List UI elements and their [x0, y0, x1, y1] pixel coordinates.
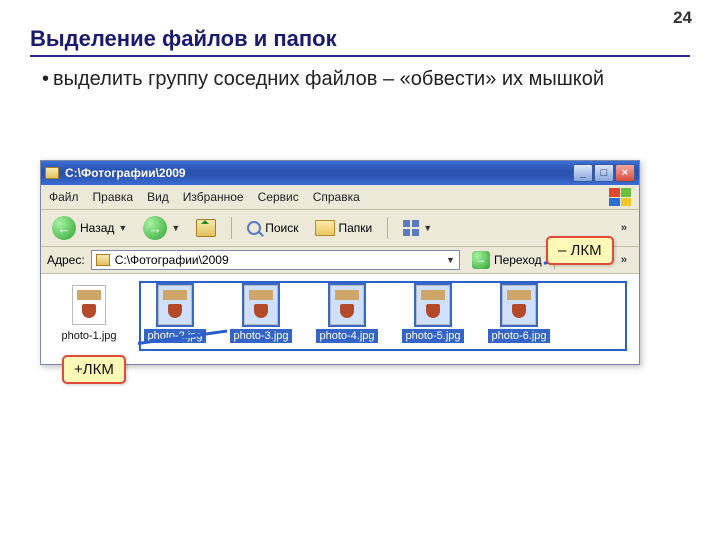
callout-press-lmb: +ЛКМ	[62, 355, 126, 384]
file-name: photo-3.jpg	[230, 329, 291, 343]
folders-button[interactable]: Папки	[310, 218, 378, 238]
file-thumbnail-icon	[158, 285, 192, 325]
menu-favorites[interactable]: Избранное	[183, 190, 244, 204]
file-name: photo-5.jpg	[402, 329, 463, 343]
grid-view-icon	[403, 220, 419, 236]
folder-icon	[45, 167, 59, 179]
page-title: Выделение файлов и папок	[30, 26, 337, 52]
file-thumbnail-icon	[502, 285, 536, 325]
up-folder-icon	[196, 219, 216, 237]
search-icon	[247, 221, 261, 235]
chevron-down-icon[interactable]: ▼	[446, 255, 455, 265]
folders-icon	[315, 220, 335, 236]
forward-arrow-icon: →	[143, 216, 167, 240]
up-button[interactable]	[191, 217, 221, 239]
search-button[interactable]: Поиск	[242, 219, 303, 237]
menu-tools[interactable]: Сервис	[258, 190, 299, 204]
toolbar-overflow[interactable]: »	[615, 222, 633, 234]
file-name: photo-4.jpg	[316, 329, 377, 343]
back-arrow-icon: ←	[52, 216, 76, 240]
menu-help[interactable]: Справка	[313, 190, 360, 204]
back-button[interactable]: ← Назад ▼	[47, 214, 132, 242]
file-item[interactable]: photo-3.jpg	[221, 285, 301, 343]
menu-view[interactable]: Вид	[147, 190, 169, 204]
go-label: Переход	[494, 253, 542, 267]
instruction-text: выделить группу соседних файлов – «обвес…	[42, 66, 680, 92]
forward-button[interactable]: → ▼	[138, 214, 185, 242]
close-button[interactable]: ×	[615, 164, 635, 182]
address-path: С:\Фотографии\2009	[115, 253, 229, 267]
chevron-down-icon: ▼	[118, 223, 127, 233]
titlebar[interactable]: C:\Фотографии\2009 _ □ ×	[41, 161, 639, 185]
toolbar-separator	[387, 217, 388, 239]
search-label: Поиск	[265, 221, 298, 235]
title-rule	[30, 55, 690, 57]
addrbar-overflow[interactable]: »	[615, 254, 633, 266]
file-pane[interactable]: photo-1.jpgphoto-2.jpgphoto-3.jpgphoto-4…	[41, 274, 639, 364]
file-item[interactable]: photo-6.jpg	[479, 285, 559, 343]
chevron-down-icon: ▼	[171, 223, 180, 233]
go-arrow-icon: →	[472, 251, 490, 269]
file-item[interactable]: photo-5.jpg	[393, 285, 473, 343]
maximize-button[interactable]: □	[594, 164, 614, 182]
go-button[interactable]: → Переход	[466, 250, 548, 270]
file-item[interactable]: photo-4.jpg	[307, 285, 387, 343]
address-label: Адрес:	[47, 253, 85, 267]
file-thumbnail-icon	[244, 285, 278, 325]
page-number: 24	[673, 8, 692, 28]
address-field[interactable]: С:\Фотографии\2009 ▼	[91, 250, 460, 270]
chevron-down-icon: ▼	[423, 223, 432, 233]
back-label: Назад	[80, 221, 114, 235]
menu-edit[interactable]: Правка	[93, 190, 134, 204]
toolbar-separator	[231, 217, 232, 239]
file-thumbnail-icon	[330, 285, 364, 325]
file-name: photo-6.jpg	[488, 329, 549, 343]
menu-file[interactable]: Файл	[49, 190, 79, 204]
folders-label: Папки	[339, 221, 373, 235]
callout-release-lmb: – ЛКМ	[546, 236, 614, 265]
window-title: C:\Фотографии\2009	[65, 166, 186, 180]
file-thumbnail-icon	[72, 285, 106, 325]
file-item[interactable]: photo-1.jpg	[49, 285, 129, 343]
file-thumbnail-icon	[416, 285, 450, 325]
view-mode-button[interactable]: ▼	[398, 218, 437, 238]
menu-bar: Файл Правка Вид Избранное Сервис Справка	[41, 185, 639, 210]
folder-icon	[96, 254, 110, 266]
windows-logo-icon	[609, 188, 631, 206]
minimize-button[interactable]: _	[573, 164, 593, 182]
file-name: photo-1.jpg	[58, 329, 119, 343]
